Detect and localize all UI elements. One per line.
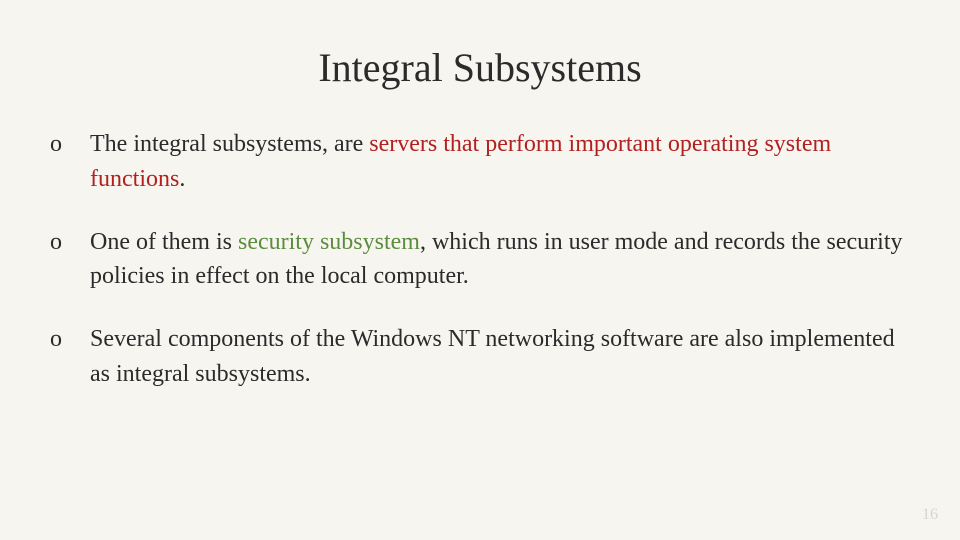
list-item: o One of them is security subsystem, whi… [50, 225, 910, 295]
list-text-pre: The integral subsystems, are [90, 131, 369, 157]
list-text-post: . [179, 166, 185, 192]
bullet-list: o The integral subsystems, are servers t… [50, 127, 910, 392]
list-item: o Several components of the Windows NT n… [50, 322, 910, 392]
list-item: o The integral subsystems, are servers t… [50, 127, 910, 197]
list-text-pre: Several components of the Windows NT net… [90, 326, 895, 387]
list-text-highlight: security subsystem [238, 229, 420, 255]
page-number: 16 [922, 506, 938, 524]
bullet-marker: o [50, 225, 62, 260]
bullet-marker: o [50, 127, 62, 162]
slide-title: Integral Subsystems [50, 44, 910, 91]
bullet-marker: o [50, 322, 62, 357]
slide: Integral Subsystems o The integral subsy… [0, 0, 960, 540]
list-text-pre: One of them is [90, 229, 238, 255]
